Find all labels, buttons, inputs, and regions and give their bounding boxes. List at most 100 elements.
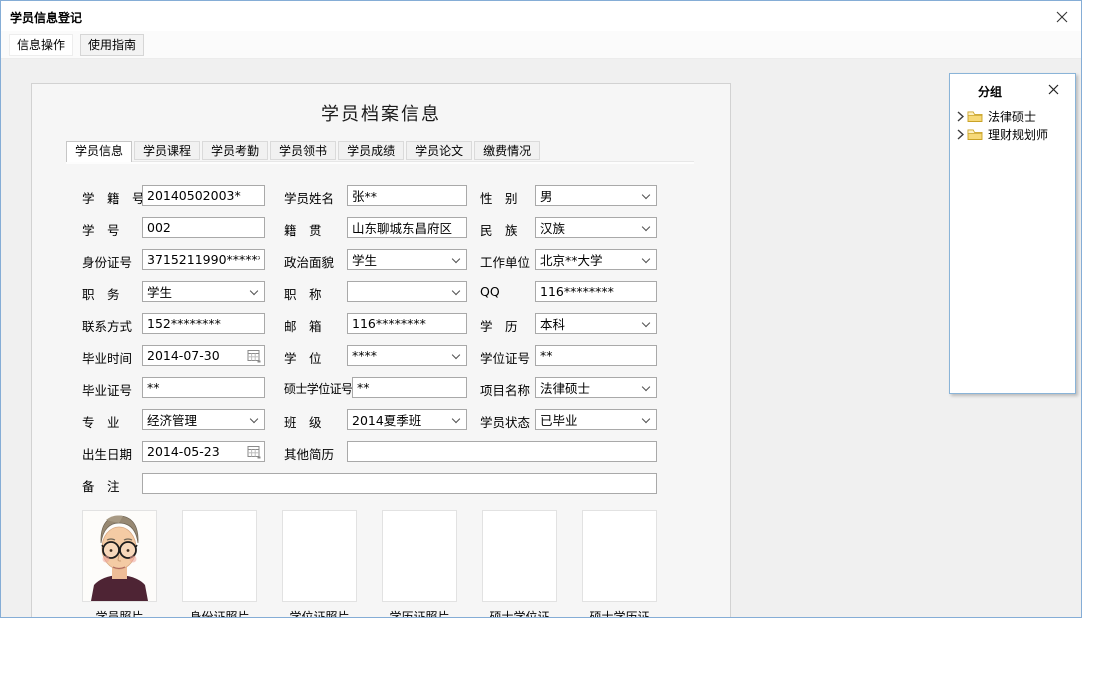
tab-student-info[interactable]: 学员信息 (66, 141, 132, 162)
form-row: 联系方式 邮 箱 学 历 本科 (32, 313, 730, 335)
select-value: 学生 (352, 250, 377, 269)
menu-tab-user-guide[interactable]: 使用指南 (80, 34, 144, 56)
groups-panel-close-button[interactable] (1047, 83, 1060, 96)
id-number-input[interactable] (142, 249, 265, 270)
tab-student-books[interactable]: 学员领书 (270, 141, 336, 160)
select-value: 汉族 (540, 218, 565, 237)
tab-student-thesis[interactable]: 学员论文 (406, 141, 472, 160)
workplace-select[interactable]: 北京**大学 (535, 249, 657, 270)
degree-select[interactable]: **** (347, 345, 467, 366)
degree-cert-label: 学位证号 (480, 348, 530, 367)
select-value: 经济管理 (147, 410, 197, 429)
chevron-down-icon (642, 383, 650, 391)
diploma-number-label: 毕业证号 (82, 380, 132, 399)
chevron-right-icon[interactable] (957, 129, 964, 140)
class-label: 班 级 (284, 412, 322, 431)
title-rank-select[interactable] (347, 281, 467, 302)
class-select[interactable]: 2014夏季班 (347, 409, 467, 430)
id-card-photo-box[interactable] (182, 510, 257, 602)
select-value: 学生 (147, 282, 172, 301)
birthdate-picker[interactable]: 2014-05-23 (142, 441, 265, 462)
birthdate-label: 出生日期 (82, 444, 132, 463)
tab-payment-status[interactable]: 缴费情况 (474, 141, 540, 160)
education-label: 学 历 (480, 316, 518, 335)
master-degree-cert-input[interactable] (352, 377, 467, 398)
other-resume-label: 其他简历 (284, 444, 334, 463)
qq-input[interactable] (535, 281, 657, 302)
title-rank-label: 职 称 (284, 284, 322, 303)
select-value: 已毕业 (540, 410, 578, 429)
political-status-select[interactable]: 学生 (347, 249, 467, 270)
xuehao-label: 学 号 (82, 220, 120, 239)
degree-cert-input[interactable] (535, 345, 657, 366)
group-item-financial-planner[interactable]: 理财规划师 (957, 126, 1048, 142)
graduation-date-picker[interactable]: 2014-07-30 (142, 345, 265, 366)
student-status-label: 学员状态 (480, 412, 530, 431)
degree-cert-photo-box[interactable] (282, 510, 357, 602)
photo-strip (82, 510, 657, 602)
email-label: 邮 箱 (284, 316, 322, 335)
gender-select[interactable]: 男 (535, 185, 657, 206)
calendar-icon[interactable] (247, 349, 261, 363)
other-resume-input[interactable] (347, 441, 657, 462)
name-input[interactable] (347, 185, 467, 206)
chevron-down-icon (642, 415, 650, 423)
chevron-down-icon (642, 191, 650, 199)
photo-caption: 身份证照片 (182, 608, 257, 618)
select-value: 北京**大学 (540, 250, 603, 269)
group-item-label: 理财规划师 (988, 126, 1048, 143)
remarks-label: 备 注 (82, 476, 120, 495)
education-select[interactable]: 本科 (535, 313, 657, 334)
close-icon (1048, 84, 1059, 95)
window-close-button[interactable] (1054, 9, 1070, 25)
chevron-down-icon (452, 287, 460, 295)
master-diploma-photo-box[interactable] (582, 510, 657, 602)
master-degree-photo-box[interactable] (482, 510, 557, 602)
chevron-down-icon (642, 223, 650, 231)
form-title: 学员档案信息 (32, 100, 730, 126)
select-value: 2014夏季班 (352, 410, 421, 429)
calendar-icon[interactable] (247, 445, 261, 459)
form-row: 职 务 学生 职 称 QQ (32, 281, 730, 303)
minzu-select[interactable]: 汉族 (535, 217, 657, 238)
gender-label: 性 别 (480, 188, 518, 207)
project-name-select[interactable]: 法律硕士 (535, 377, 657, 398)
tab-student-attendance[interactable]: 学员考勤 (202, 141, 268, 160)
window-title: 学员信息登记 (10, 9, 82, 26)
chevron-down-icon (250, 415, 258, 423)
political-status-label: 政治面貌 (284, 252, 334, 271)
folder-icon (967, 110, 983, 123)
select-value: 男 (540, 186, 553, 205)
student-avatar (83, 511, 156, 601)
xuehao-input[interactable] (142, 217, 265, 238)
photo-caption: 硕士学历证 (582, 608, 657, 618)
jiguan-label: 籍 贯 (284, 220, 322, 239)
position-select[interactable]: 学生 (142, 281, 265, 302)
student-status-select[interactable]: 已毕业 (535, 409, 657, 430)
student-photo-box[interactable] (82, 510, 157, 602)
contact-label: 联系方式 (82, 316, 132, 335)
form-row: 专 业 经济管理 班 级 2014夏季班 学员状态 已毕业 (32, 409, 730, 431)
remarks-input[interactable] (142, 473, 657, 494)
date-value: 2014-07-30 (147, 348, 220, 363)
title-bar: 学员信息登记 (1, 1, 1081, 31)
major-select[interactable]: 经济管理 (142, 409, 265, 430)
chevron-down-icon (452, 255, 460, 263)
form-row: 毕业证号 硕士学位证号 项目名称 法律硕士 (32, 377, 730, 399)
tab-student-courses[interactable]: 学员课程 (134, 141, 200, 160)
groups-panel: 分组 法律硕士 理财规划师 (949, 73, 1076, 394)
email-input[interactable] (347, 313, 467, 334)
diploma-photo-box[interactable] (382, 510, 457, 602)
tab-student-grades[interactable]: 学员成绩 (338, 141, 404, 160)
xuejihao-input[interactable] (142, 185, 265, 206)
select-value: 本科 (540, 314, 565, 333)
menu-tab-info-operations[interactable]: 信息操作 (9, 34, 73, 56)
contact-input[interactable] (142, 313, 265, 334)
group-item-law-master[interactable]: 法律硕士 (957, 108, 1036, 124)
chevron-down-icon (452, 415, 460, 423)
photo-labels: 学员照片 身份证照片 学位证照片 学历证照片 硕士学位证 硕士学历证 (82, 608, 657, 618)
groups-panel-title: 分组 (978, 83, 1002, 100)
chevron-right-icon[interactable] (957, 111, 964, 122)
diploma-number-input[interactable] (142, 377, 265, 398)
jiguan-input[interactable] (347, 217, 467, 238)
